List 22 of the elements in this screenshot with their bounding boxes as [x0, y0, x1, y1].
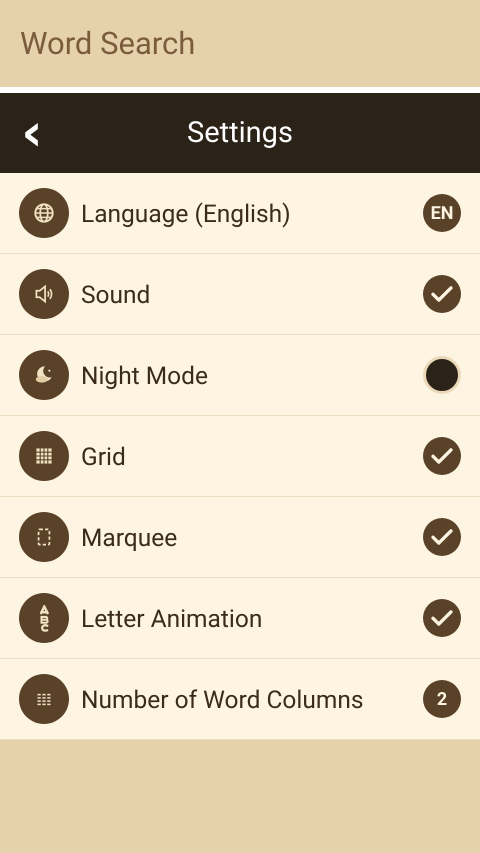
- setting-label[interactable]: Sound: [81, 280, 423, 308]
- setting-label[interactable]: Language (English): [81, 198, 423, 228]
- app-title: Word Search: [20, 25, 196, 62]
- checkmark-icon: [431, 286, 453, 302]
- unchecked-toggle[interactable]: [423, 356, 461, 394]
- value-badge[interactable]: EN: [423, 194, 461, 232]
- checked-toggle[interactable]: [423, 275, 461, 313]
- back-button[interactable]: ‹: [14, 107, 50, 159]
- stacked-letters-icon: [40, 604, 48, 632]
- checked-toggle[interactable]: [423, 518, 461, 556]
- setting-label[interactable]: Grid: [81, 442, 423, 470]
- setting-label[interactable]: Night Mode: [81, 360, 423, 390]
- checked-toggle[interactable]: [423, 599, 461, 637]
- setting-label[interactable]: Letter Animation: [81, 604, 423, 632]
- checkmark-icon: [431, 448, 453, 464]
- checkmark-icon: [431, 529, 453, 545]
- setting-label[interactable]: Marquee: [81, 522, 423, 552]
- setting-label[interactable]: Number of Word Columns: [81, 684, 423, 714]
- screen-title: Settings: [187, 116, 293, 150]
- checkmark-icon: [431, 610, 453, 626]
- checked-toggle[interactable]: [423, 437, 461, 475]
- value-badge[interactable]: 2: [423, 680, 461, 718]
